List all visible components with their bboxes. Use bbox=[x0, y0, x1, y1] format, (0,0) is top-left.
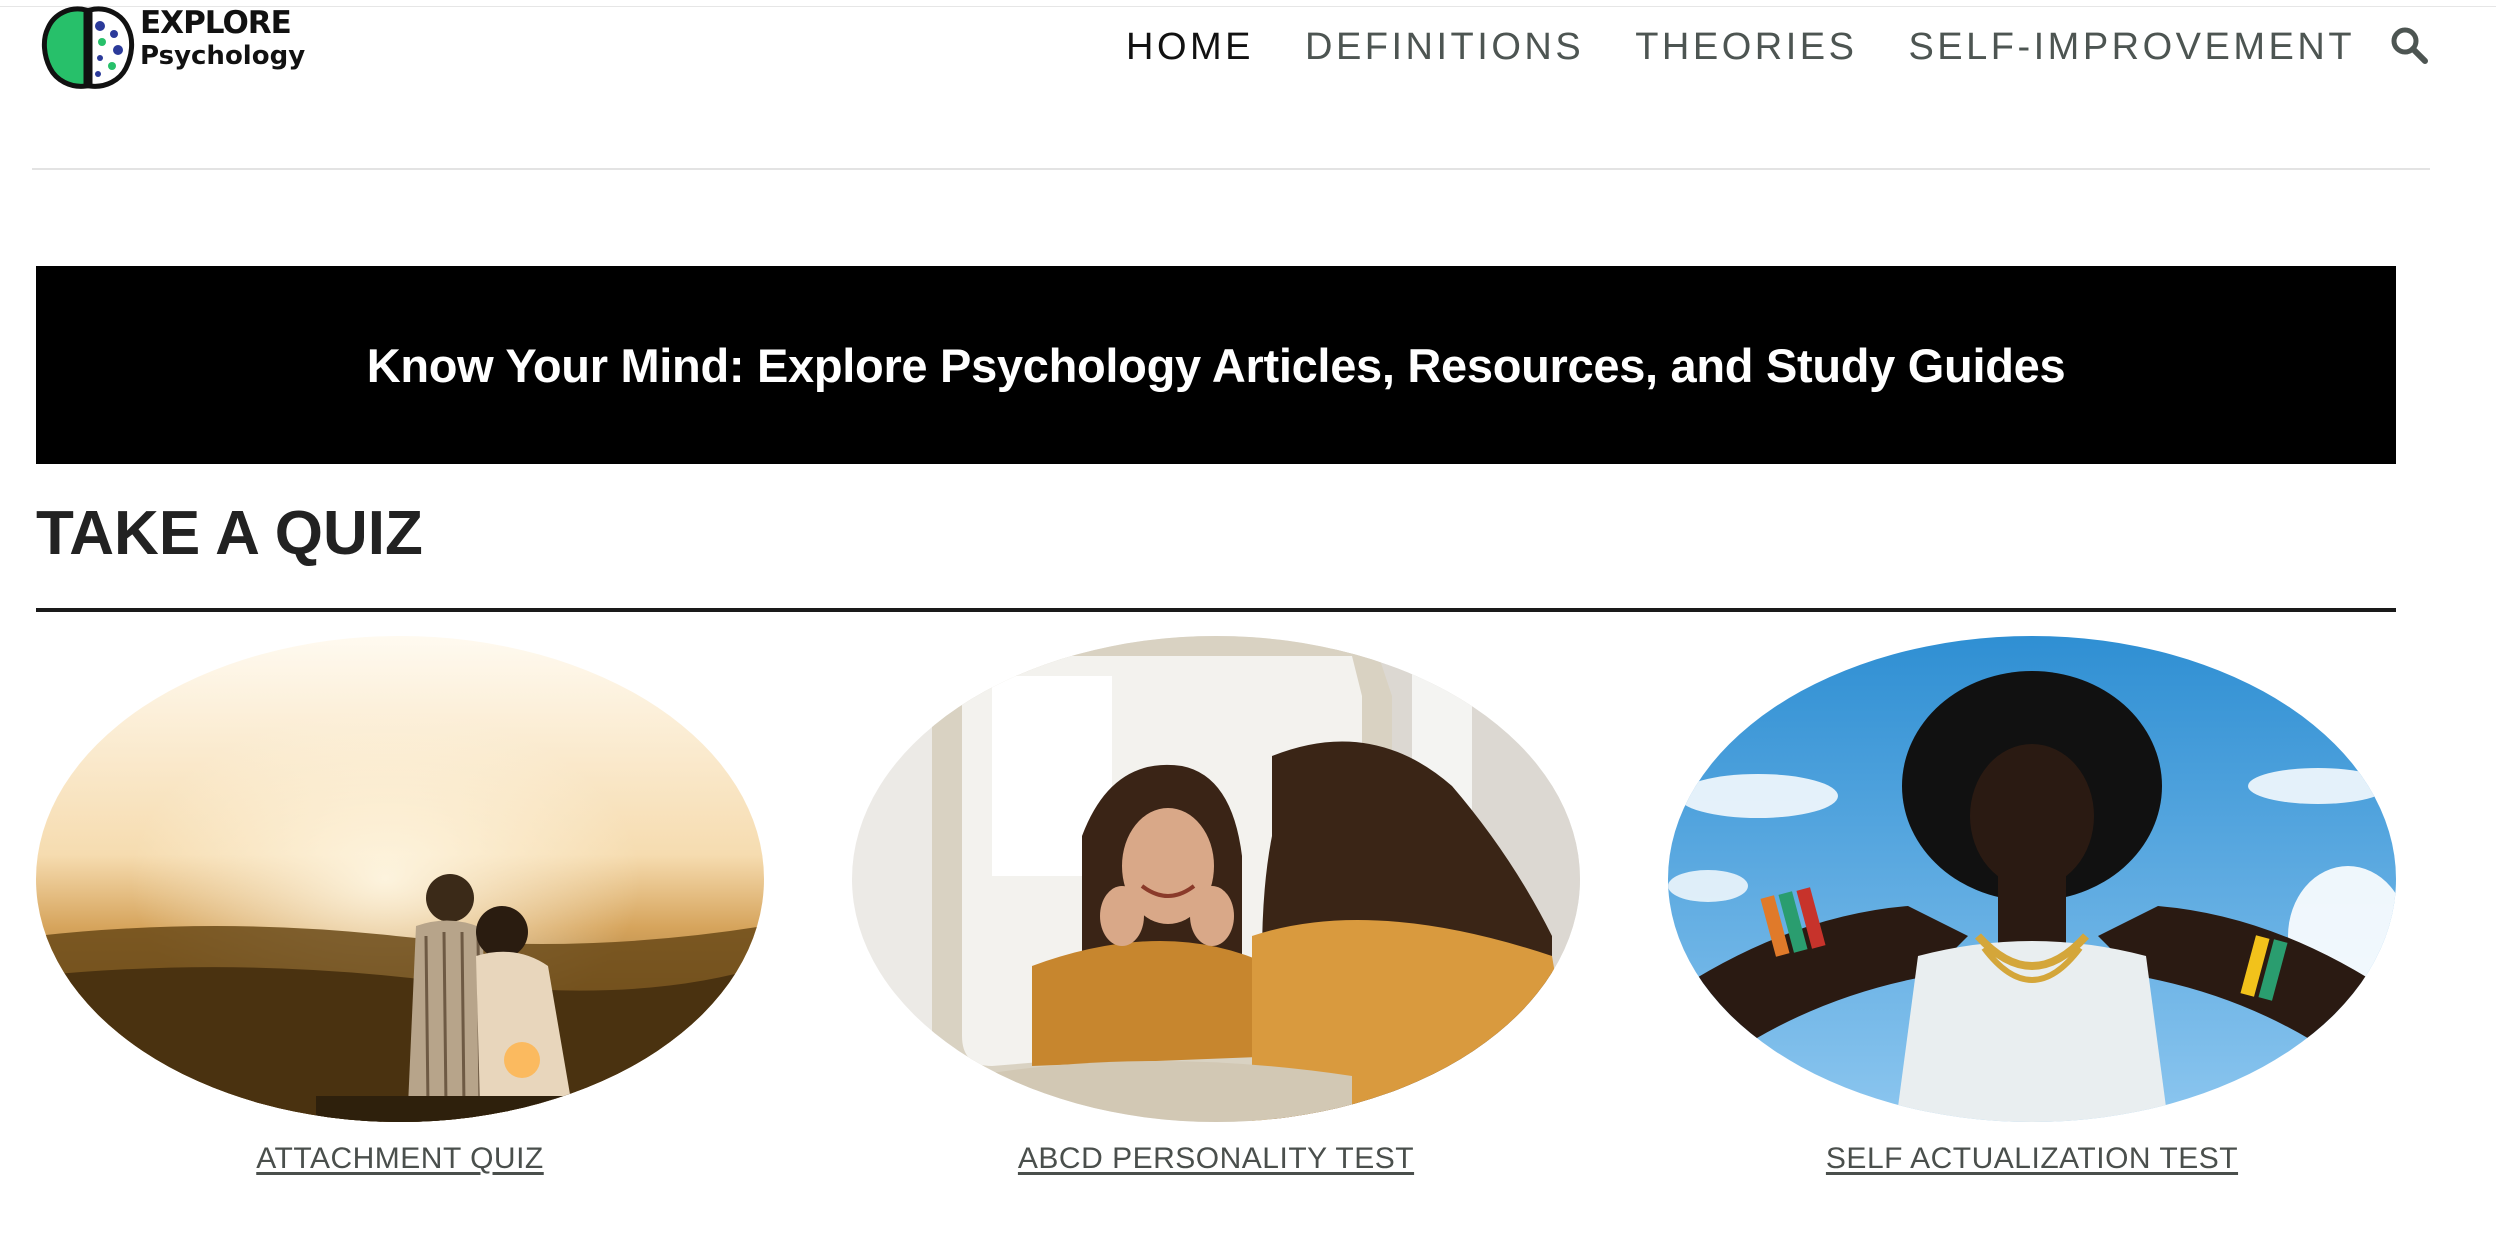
nav-item-self-improvement[interactable]: SELF-IMPROVEMENT bbox=[1908, 26, 2355, 69]
quiz-link-attachment[interactable]: ATTACHMENT QUIZ bbox=[36, 1142, 764, 1176]
top-divider bbox=[0, 6, 2496, 7]
logo-line1: EXPLORE bbox=[140, 5, 292, 41]
nav-item-theories[interactable]: THEORIES bbox=[1635, 26, 1857, 69]
logo-line2: Psychology bbox=[140, 41, 306, 71]
page: EXPLORE Psychology HOME DEFINITIONS THEO… bbox=[0, 0, 2496, 1246]
quiz-card-self-actualization: SELF ACTUALIZATION TEST bbox=[1668, 636, 2396, 1176]
search-icon[interactable] bbox=[2388, 24, 2430, 66]
hero-title: Know Your Mind: Explore Psychology Artic… bbox=[366, 338, 2066, 392]
quiz-link-abcd[interactable]: ABCD PERSONALITY TEST bbox=[852, 1142, 1580, 1176]
brain-icon bbox=[41, 6, 135, 89]
hero-banner: Know Your Mind: Explore Psychology Artic… bbox=[36, 266, 2396, 464]
section-divider bbox=[36, 608, 2396, 612]
section-title: TAKE A QUIZ bbox=[36, 499, 423, 568]
header-divider bbox=[32, 168, 2430, 170]
quiz-card-abcd: ABCD PERSONALITY TEST bbox=[852, 636, 1580, 1176]
quiz-link-self-actualization[interactable]: SELF ACTUALIZATION TEST bbox=[1668, 1142, 2396, 1176]
site-logo[interactable]: EXPLORE Psychology bbox=[40, 6, 305, 90]
logo-wordmark: EXPLORE Psychology bbox=[140, 5, 306, 71]
couple-sunset-photo[interactable] bbox=[36, 636, 764, 1122]
main-nav: HOME DEFINITIONS THEORIES SELF-IMPROVEME… bbox=[1126, 22, 2406, 72]
quiz-card-attachment: ATTACHMENT QUIZ bbox=[36, 636, 764, 1176]
woman-sky-photo[interactable] bbox=[1668, 636, 2396, 1122]
woman-mirror-photo[interactable] bbox=[852, 636, 1580, 1122]
nav-item-home[interactable]: HOME bbox=[1126, 26, 1254, 69]
nav-item-definitions[interactable]: DEFINITIONS bbox=[1305, 26, 1584, 69]
